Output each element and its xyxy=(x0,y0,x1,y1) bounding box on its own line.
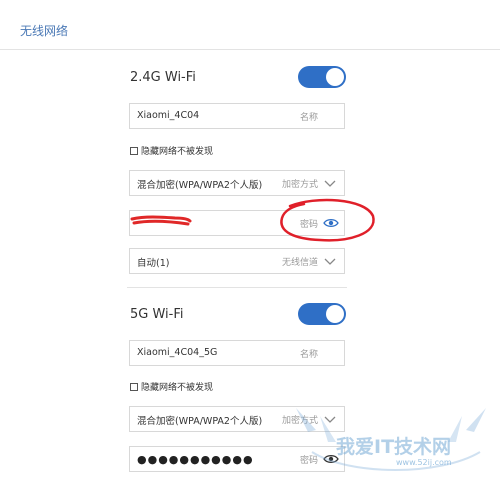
band-5-hide-checkbox[interactable]: 隐藏网络不被发现 xyxy=(130,380,213,393)
checkbox-box[interactable] xyxy=(130,382,138,391)
encryption-hint: 加密方式 xyxy=(281,180,318,190)
toggle-knob xyxy=(326,305,344,323)
ssid-hint: 名称 xyxy=(299,350,318,360)
band-5-label: 5G Wi-Fi xyxy=(130,307,184,322)
watermark-text: 我爱IT技术网 xyxy=(336,436,452,458)
checkbox-box[interactable] xyxy=(130,146,138,155)
channel-hint: 无线信道 xyxy=(281,258,318,268)
encryption-value: 混合加密(WPA/WPA2个人版) xyxy=(137,180,263,191)
band-divider xyxy=(127,287,347,288)
band-24-encryption-select[interactable]: 混合加密(WPA/WPA2个人版) 加密方式 xyxy=(129,170,345,196)
band-5-toggle[interactable] xyxy=(298,303,346,325)
hide-network-label: 隐藏网络不被发现 xyxy=(141,147,214,157)
password-dots: ●●●●●●●●●●● xyxy=(137,453,254,466)
band-24-label: 2.4G Wi-Fi xyxy=(130,70,196,85)
channel-value: 自动(1) xyxy=(137,258,170,269)
chevron-down-icon xyxy=(324,258,336,265)
ssid-hint: 名称 xyxy=(299,113,318,123)
band-5-ssid-field[interactable]: Xiaomi_4C04_5G 名称 xyxy=(129,340,345,366)
band-24-toggle[interactable] xyxy=(298,66,346,88)
ssid-value: Xiaomi_4C04 xyxy=(137,110,200,121)
encryption-value: 混合加密(WPA/WPA2个人版) xyxy=(137,416,263,427)
band-24-hide-checkbox[interactable]: 隐藏网络不被发现 xyxy=(130,144,213,157)
page-title: 无线网络 xyxy=(20,24,69,38)
hide-network-label: 隐藏网络不被发现 xyxy=(141,383,214,393)
ssid-value: Xiaomi_4C04_5G xyxy=(137,347,218,358)
annotation-circle xyxy=(280,198,375,242)
chevron-down-icon xyxy=(324,180,336,187)
redaction-scribble xyxy=(130,215,192,226)
band-24-channel-select[interactable]: 自动(1) 无线信道 xyxy=(129,248,345,274)
header-divider xyxy=(0,49,500,50)
toggle-knob xyxy=(326,68,344,86)
band-24-ssid-field[interactable]: Xiaomi_4C04 名称 xyxy=(129,103,345,129)
watermark-url: www.52ij.com xyxy=(396,458,452,467)
